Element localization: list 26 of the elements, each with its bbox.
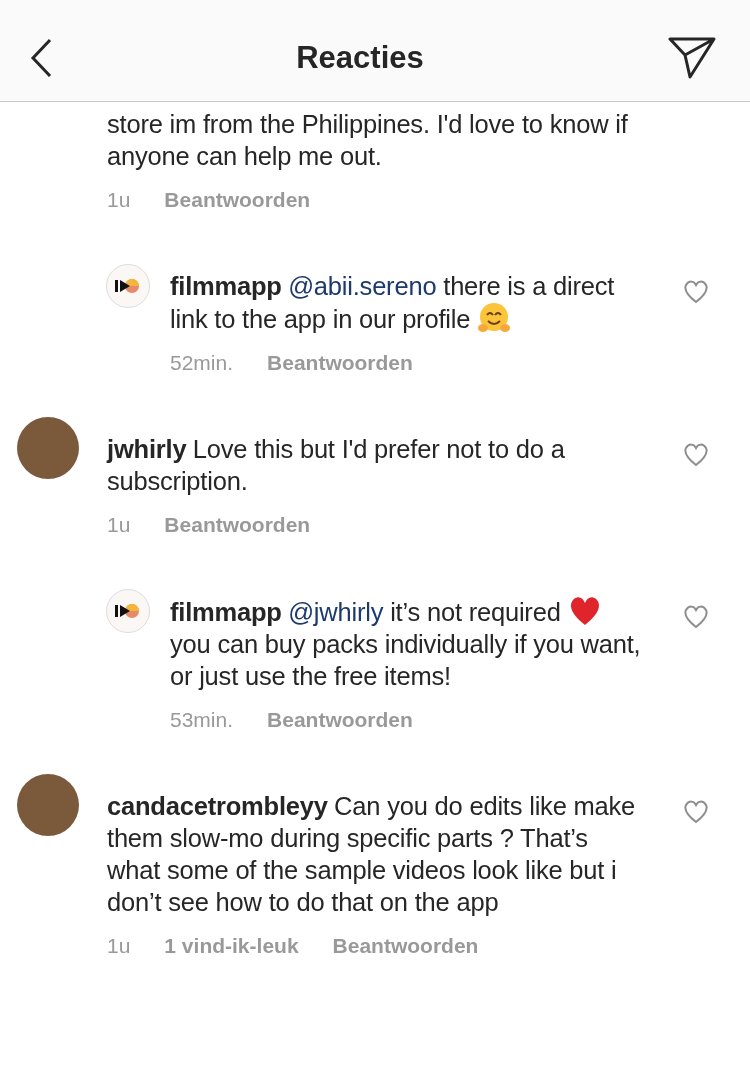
comment-time: 1u bbox=[107, 934, 131, 958]
reply-link[interactable]: Beantwoorden bbox=[332, 934, 479, 958]
play-logo-avatar[interactable] bbox=[106, 589, 150, 633]
like-count[interactable]: 1 vind-ik-leuk bbox=[164, 934, 299, 958]
reply-link[interactable]: Beantwoorden bbox=[164, 188, 311, 212]
comment-time: 1u bbox=[107, 188, 131, 212]
back-icon[interactable] bbox=[30, 37, 52, 78]
page-title: Reacties bbox=[296, 39, 424, 76]
hugging-emoji-icon bbox=[477, 302, 512, 334]
play-logo-avatar[interactable] bbox=[106, 264, 150, 308]
comment-time: 1u bbox=[107, 513, 131, 537]
heart-icon[interactable] bbox=[683, 800, 709, 824]
comment-text: filmmapp @abii.sereno there is a direct link to the app in our profile bbox=[170, 271, 616, 335]
reply-link[interactable]: Beantwoorden bbox=[267, 708, 413, 732]
reply-link[interactable]: Beantwoorden bbox=[164, 513, 311, 537]
comment-time: 52min. bbox=[170, 351, 234, 375]
heart-icon[interactable] bbox=[683, 280, 709, 304]
comment-time: 53min. bbox=[170, 708, 234, 732]
comment-text: filmmapp @jwhirly it’s not required you can buy packs individually if you want, or just use the free items! bbox=[170, 595, 642, 692]
comment-text: jwhirly Love this but I'd prefer not to do a subscription. bbox=[107, 434, 566, 497]
paper-plane-icon[interactable] bbox=[668, 35, 716, 80]
comment-text: candacetrombleyy Can you do edits like make them slow-mo during specific parts ? That’s what some of the sample videos look like but i don’t see how to do that on the app bbox=[107, 791, 637, 918]
heart-icon[interactable] bbox=[683, 443, 709, 467]
reply-link[interactable]: Beantwoorden bbox=[267, 351, 413, 375]
comment-text: store im from the Philippines. I'd love to know if anyone can help me out. bbox=[107, 109, 629, 172]
heart-icon[interactable] bbox=[683, 605, 709, 629]
